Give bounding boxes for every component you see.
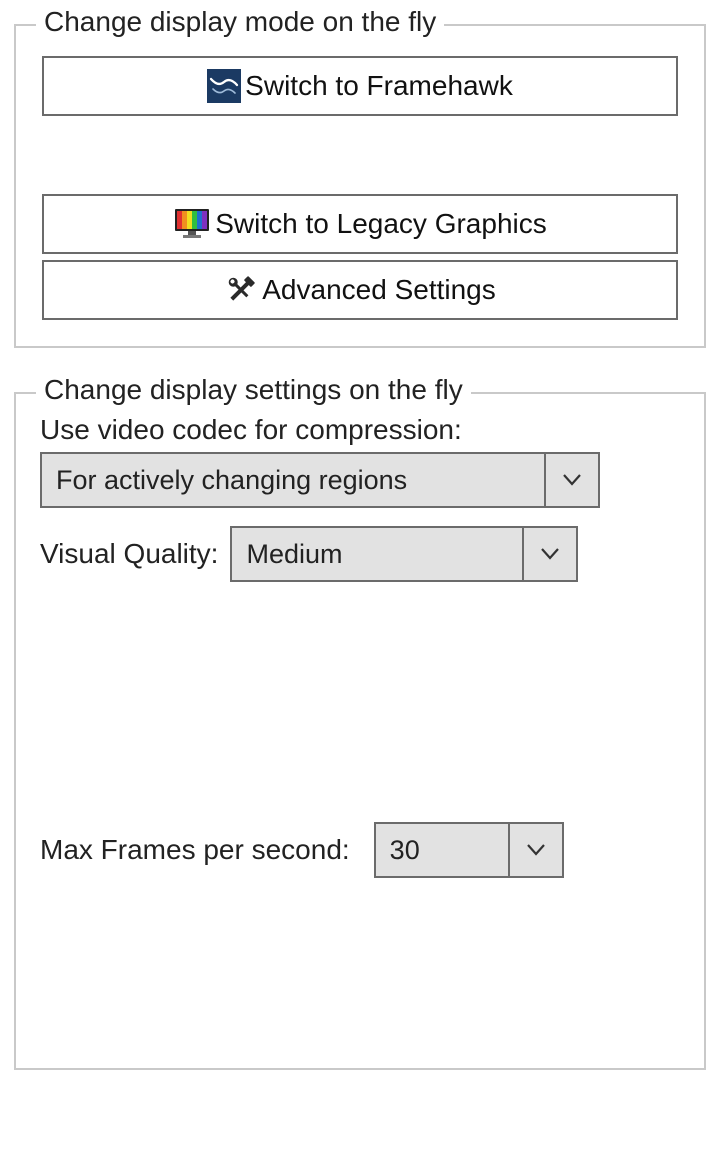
tools-icon	[224, 273, 258, 307]
chevron-down-icon	[508, 824, 562, 876]
framehawk-icon	[207, 69, 241, 103]
switch-to-legacy-graphics-button[interactable]: Switch to Legacy Graphics	[42, 194, 678, 254]
monitor-color-icon	[173, 207, 211, 241]
switch-to-legacy-graphics-label: Switch to Legacy Graphics	[215, 208, 547, 240]
chevron-down-icon	[544, 454, 598, 506]
group-display-mode: Change display mode on the fly Switch to…	[14, 24, 706, 348]
max-fps-value: 30	[376, 824, 508, 876]
advanced-settings-label: Advanced Settings	[262, 274, 496, 306]
video-codec-combo[interactable]: For actively changing regions	[40, 452, 600, 508]
video-codec-label: Use video codec for compression:	[40, 414, 680, 446]
visual-quality-label: Visual Quality:	[40, 538, 218, 570]
group-display-settings: Change display settings on the fly Use v…	[14, 392, 706, 1070]
visual-quality-value: Medium	[232, 528, 522, 580]
group-display-settings-title: Change display settings on the fly	[36, 374, 471, 406]
visual-quality-combo[interactable]: Medium	[230, 526, 578, 582]
advanced-settings-button[interactable]: Advanced Settings	[42, 260, 678, 320]
max-fps-label: Max Frames per second:	[40, 834, 350, 866]
switch-to-framehawk-label: Switch to Framehawk	[245, 70, 513, 102]
group-display-mode-title: Change display mode on the fly	[36, 6, 444, 38]
chevron-down-icon	[522, 528, 576, 580]
switch-to-framehawk-button[interactable]: Switch to Framehawk	[42, 56, 678, 116]
video-codec-value: For actively changing regions	[42, 454, 544, 506]
max-fps-combo[interactable]: 30	[374, 822, 564, 878]
